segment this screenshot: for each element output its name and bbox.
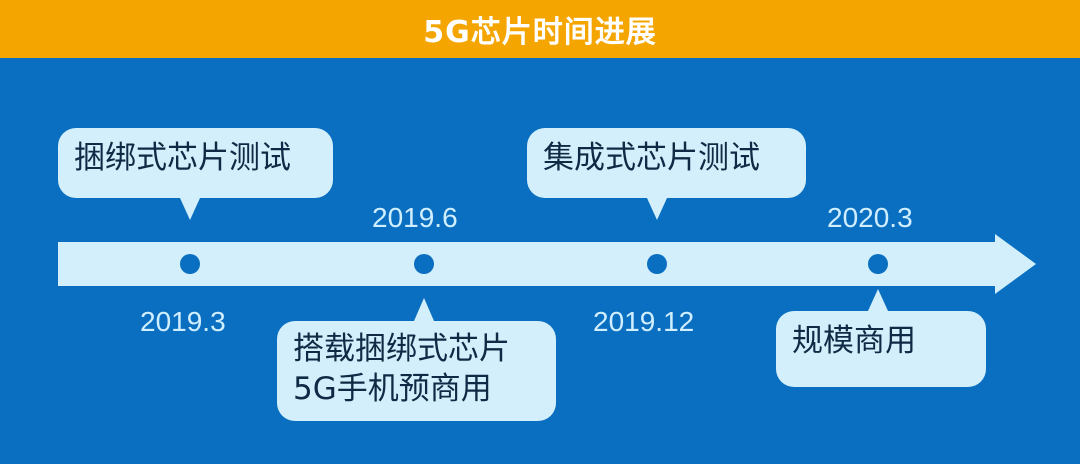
event-callout: 搭载捆绑式芯片 5G手机预商用	[277, 321, 556, 421]
event-date: 2019.6	[372, 202, 458, 233]
callout-pointer-2	[414, 298, 434, 321]
timeline-arrow	[58, 234, 1036, 294]
callout-pointer-3	[647, 198, 667, 220]
event-date: 2019.12	[593, 306, 695, 337]
timeline-dot-2020-3	[868, 254, 888, 274]
page-title: 5G芯片时间进展	[423, 15, 657, 50]
event-callout: 规模商用	[776, 311, 986, 387]
event-date: 2020.3	[827, 202, 913, 233]
event-callout: 集成式芯片测试	[527, 128, 806, 198]
event-callout: 捆绑式芯片测试	[58, 128, 333, 198]
event-label-line: 5G手机预商用	[293, 371, 492, 407]
event-label: 集成式芯片测试	[543, 140, 760, 176]
event-label: 捆绑式芯片测试	[74, 140, 291, 176]
timeline-dot-2019-12	[647, 254, 667, 274]
event-date: 2019.3	[140, 306, 226, 337]
callout-pointer-4	[868, 289, 888, 311]
timeline-canvas: 2019.3 2019.6 2019.12 2020.3 捆绑式芯片测试 搭载捆…	[0, 58, 1080, 464]
event-label-line: 搭载捆绑式芯片	[293, 331, 510, 367]
callout-pointer-1	[180, 198, 200, 220]
event-label: 规模商用	[792, 323, 916, 359]
header-bar: 5G芯片时间进展	[0, 0, 1080, 58]
timeline-dot-2019-3	[180, 254, 200, 274]
timeline-dot-2019-6	[414, 254, 434, 274]
